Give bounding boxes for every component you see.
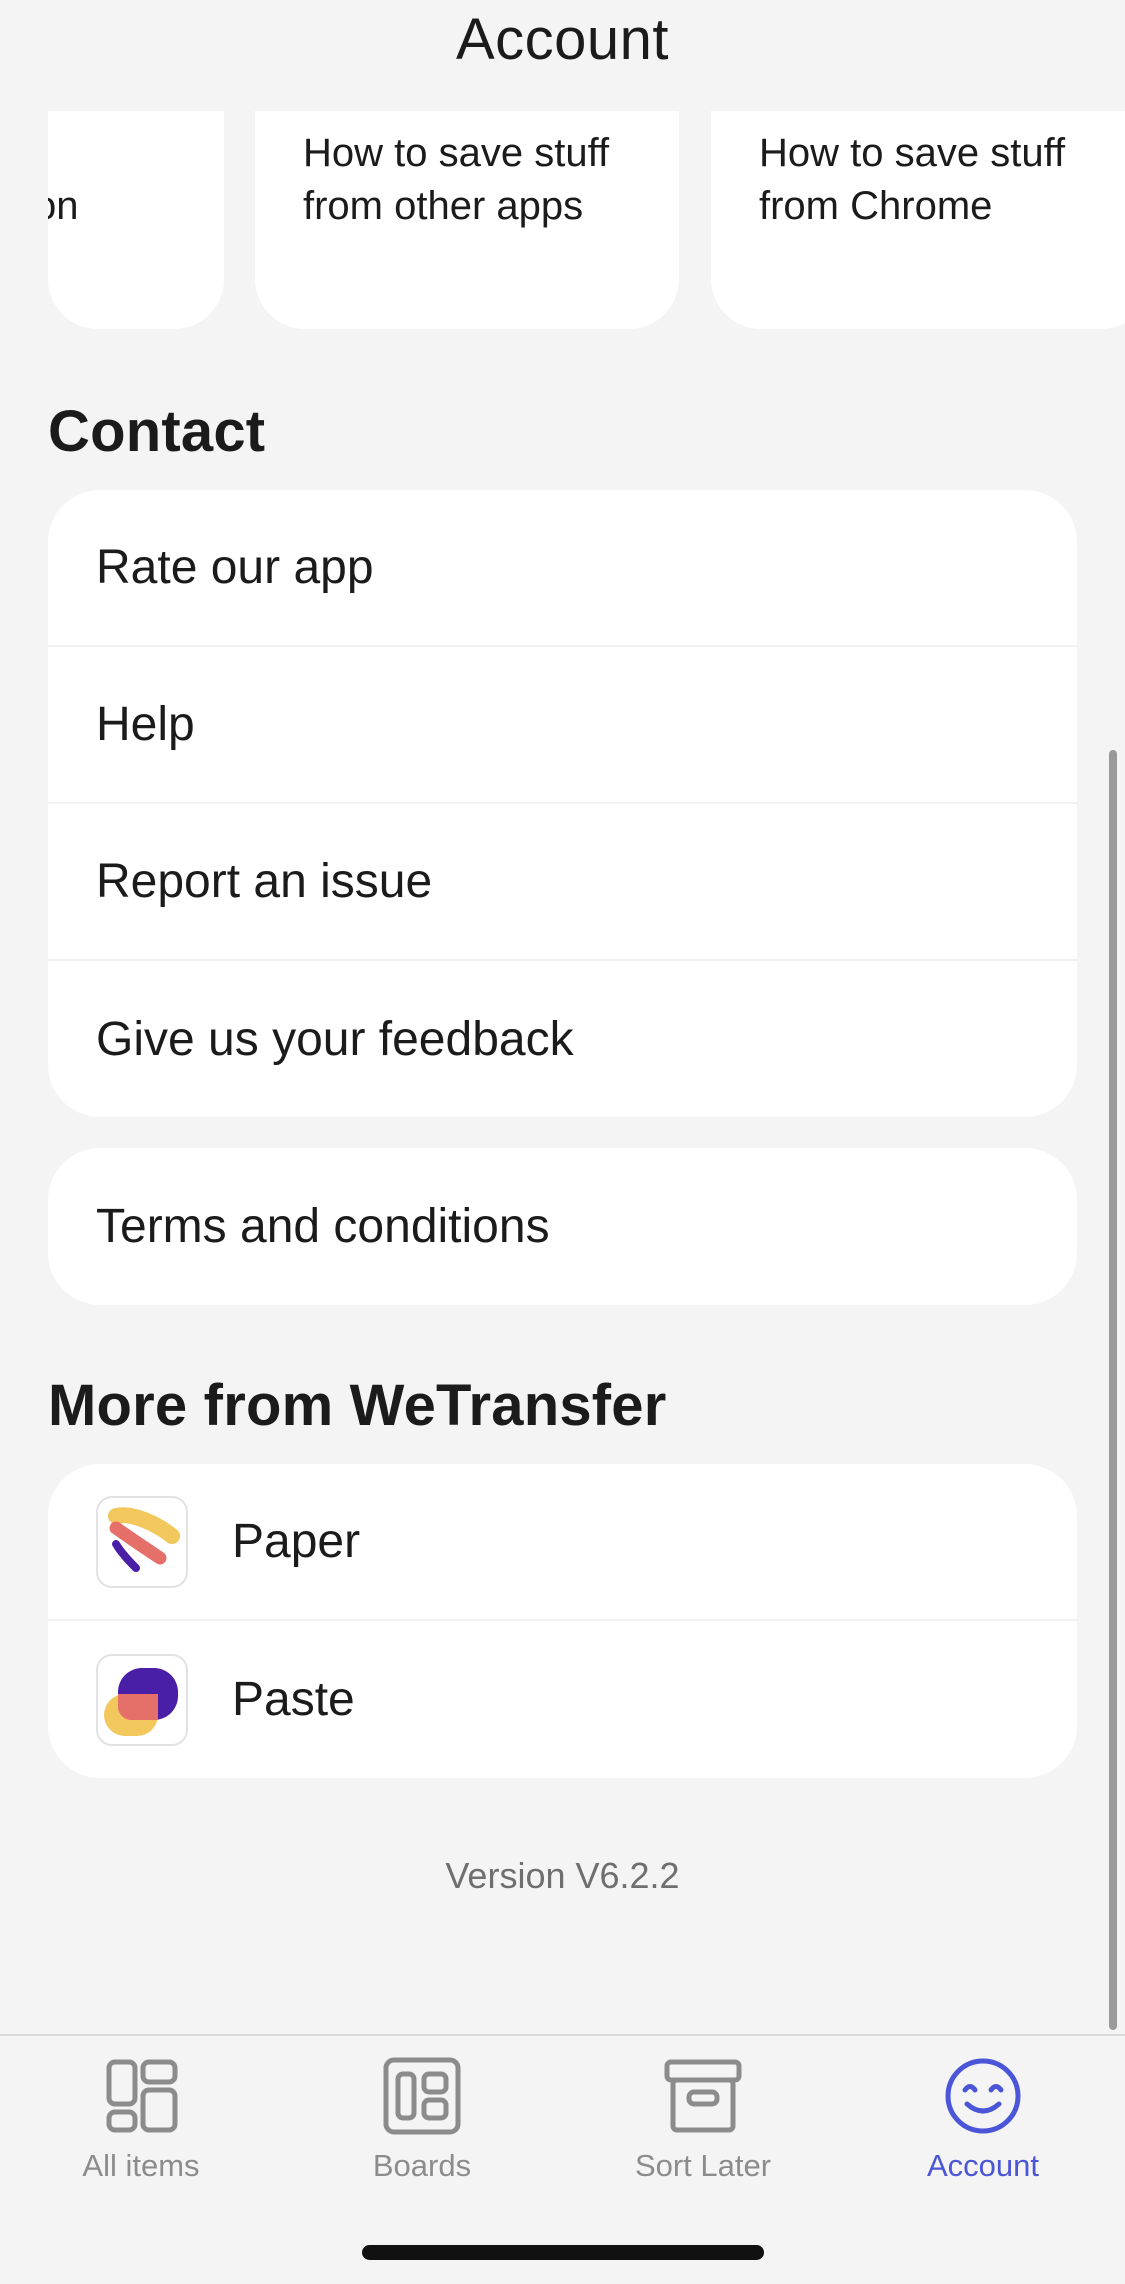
page-title: Account — [455, 7, 670, 72]
tutorial-card-other-apps[interactable]: How to save stuff from other apps — [255, 111, 679, 329]
paste-app-icon — [96, 1653, 188, 1746]
contact-list: Rate our app Help Report an issue Give u… — [48, 490, 1077, 1117]
list-item-label: Report an issue — [96, 855, 433, 908]
report-issue-item[interactable]: Report an issue — [48, 804, 1077, 961]
tab-boards[interactable]: Boards — [297, 2056, 547, 2184]
version-label: Version V6.2.2 — [445, 1855, 680, 1896]
home-indicator[interactable] — [362, 2245, 764, 2260]
paste-app-item[interactable]: Paste — [48, 1621, 1077, 1778]
account-screen: Account on How to save stuff from other … — [0, 0, 1125, 2284]
tutorial-card-chrome[interactable]: How to save stuff from Chrome — [711, 111, 1125, 329]
list-item-label: Paper — [232, 1515, 361, 1568]
tab-account[interactable]: Account — [858, 2056, 1108, 2184]
tab-label: Account — [926, 2148, 1039, 2183]
smiley-face-icon — [945, 2058, 1021, 2134]
scrollbar[interactable] — [1109, 750, 1117, 2030]
tab-sort-later[interactable]: Sort Later — [578, 2056, 828, 2184]
list-item-label: Give us your feedback — [96, 1013, 574, 1066]
tab-label: Sort Later — [634, 2148, 772, 2183]
paper-app-icon — [96, 1495, 188, 1588]
tab-label: Boards — [372, 2148, 472, 2183]
tutorial-card-label: How to save stuff from other apps — [303, 131, 610, 228]
archive-box-icon — [664, 2059, 742, 2133]
boards-icon — [383, 2057, 461, 2135]
rate-our-app-item[interactable]: Rate our app — [48, 490, 1077, 647]
list-item-label: Paste — [232, 1673, 355, 1726]
tab-all-items[interactable]: All items — [16, 2056, 266, 2184]
tutorial-card[interactable]: on — [48, 111, 224, 329]
list-item-label: Help — [96, 698, 195, 751]
terms-list: Terms and conditions — [48, 1148, 1077, 1305]
more-apps-list: Paper Paste — [48, 1464, 1077, 1778]
tutorial-carousel[interactable]: on How to save stuff from other apps How… — [48, 111, 1125, 329]
all-items-icon — [106, 2059, 178, 2133]
more-from-wetransfer-heading: More from WeTransfer — [48, 1373, 667, 1438]
tab-label: All items — [82, 2148, 200, 2183]
help-item[interactable]: Help — [48, 647, 1077, 804]
tutorial-card-label: How to save stuff from Chrome — [759, 131, 1066, 228]
paper-app-item[interactable]: Paper — [48, 1464, 1077, 1621]
tutorial-card-label: on — [48, 184, 79, 228]
list-item-label: Terms and conditions — [96, 1200, 550, 1253]
feedback-item[interactable]: Give us your feedback — [48, 961, 1077, 1117]
list-item-label: Rate our app — [96, 541, 374, 594]
terms-and-conditions-item[interactable]: Terms and conditions — [48, 1148, 1077, 1305]
contact-heading: Contact — [48, 399, 266, 464]
